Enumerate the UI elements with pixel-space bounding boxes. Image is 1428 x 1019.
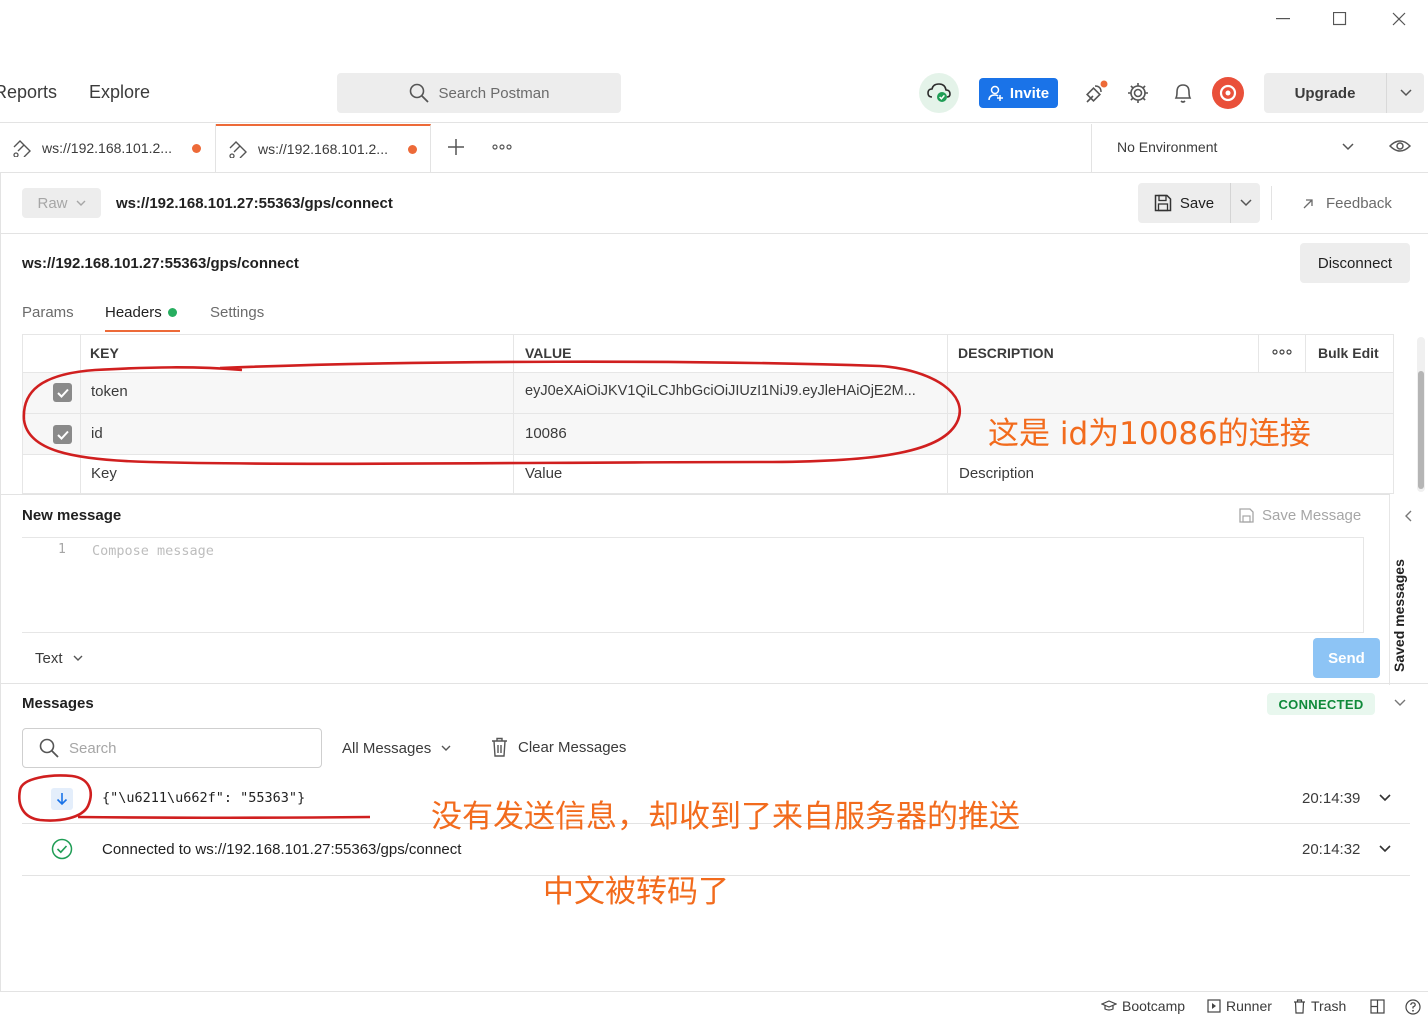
trash-icon: [1294, 998, 1305, 1014]
trash-label: Trash: [1311, 998, 1347, 1014]
annotation-underline: [77, 815, 371, 820]
graduation-cap-icon: [1101, 1000, 1117, 1011]
annotation-text-encoding: 中文被转码了: [543, 874, 729, 910]
runner-icon: [1207, 999, 1221, 1013]
runner-label: Runner: [1226, 998, 1272, 1014]
help-icon[interactable]: [1405, 999, 1421, 1015]
annotation-circle-arrow: [18, 774, 92, 822]
annotation-text-connection: 这是 id为10086的连接: [988, 416, 1311, 452]
annotation-ellipse-headers: [22, 360, 961, 466]
trash-button[interactable]: Trash: [1293, 998, 1346, 1014]
two-pane-icon[interactable]: [1370, 999, 1385, 1014]
annotation-text-push: 没有发送信息，却收到了来自服务器的推送: [431, 799, 1020, 835]
bootcamp-label: Bootcamp: [1122, 998, 1186, 1014]
bootcamp-button[interactable]: Bootcamp: [1101, 998, 1185, 1014]
runner-button[interactable]: Runner: [1207, 998, 1272, 1014]
